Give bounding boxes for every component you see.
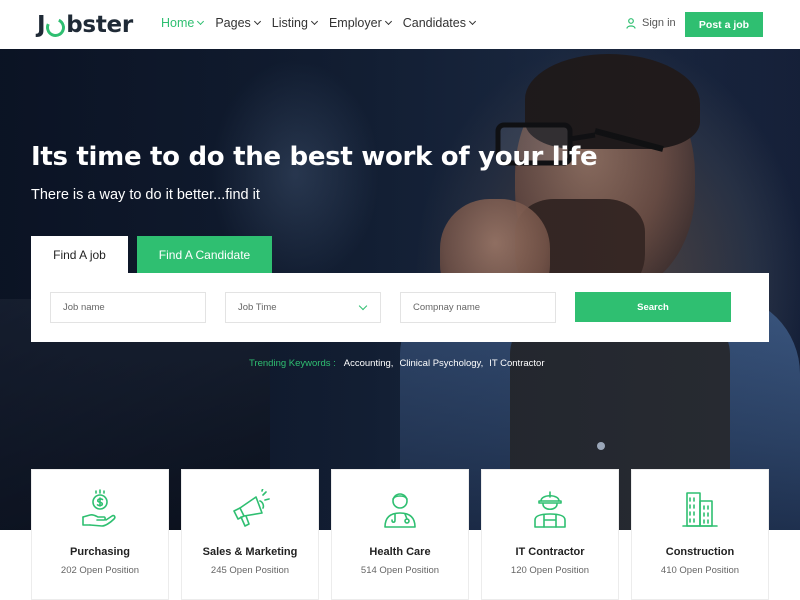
company-name-input[interactable]: Compnay name xyxy=(400,292,556,323)
category-title: Purchasing xyxy=(70,546,130,558)
search-button[interactable]: Search xyxy=(575,292,731,322)
trending-label: Trending Keywords : xyxy=(249,358,336,369)
category-count: 514 Open Position xyxy=(360,565,440,576)
money-hand-icon xyxy=(82,489,116,527)
category-card-construction[interactable]: Construction 410 Open Position xyxy=(631,469,769,600)
job-search-form: Job name Job Time Compnay name Search xyxy=(31,273,769,342)
nav-listing[interactable]: Listing xyxy=(271,16,318,30)
chevron-down-icon xyxy=(253,17,261,26)
hero-title: Its time to do the best work of your lif… xyxy=(31,142,598,172)
chevron-down-icon xyxy=(197,17,205,26)
trending-keywords: Trending Keywords : Accounting, Clinical… xyxy=(249,358,544,369)
hero-subtitle: There is a way to do it better...find it xyxy=(31,187,260,203)
category-title: Sales & Marketing xyxy=(202,546,298,558)
tab-find-candidate[interactable]: Find A Candidate xyxy=(137,236,272,273)
nav-label: Listing xyxy=(271,16,308,30)
worker-helmet-icon xyxy=(534,491,566,528)
category-card-purchasing[interactable]: Purchasing 202 Open Position xyxy=(31,469,169,600)
nav-label: Candidates xyxy=(402,16,466,30)
category-title: IT Contractor xyxy=(515,546,585,558)
chevron-down-icon xyxy=(468,17,477,26)
signin-label: Sign in xyxy=(642,17,676,29)
site-logo[interactable]: Jbster xyxy=(37,12,133,40)
scroll-indicator xyxy=(597,442,605,450)
logo-letter: J xyxy=(37,12,46,38)
category-count: 410 Open Position xyxy=(660,565,740,576)
job-name-input[interactable]: Job name xyxy=(50,292,206,323)
nav-label: Home xyxy=(161,16,195,30)
chevron-down-icon xyxy=(384,17,392,26)
nav-label: Employer xyxy=(328,16,382,30)
category-count: 245 Open Position xyxy=(210,565,290,576)
megaphone-icon xyxy=(233,489,270,527)
hero-banner: Its time to do the best work of your lif… xyxy=(0,49,800,530)
doctor-icon xyxy=(384,493,416,528)
job-time-value: Job Time xyxy=(238,302,277,313)
nav-candidates[interactable]: Candidates xyxy=(402,16,477,30)
category-count: 202 Open Position xyxy=(60,565,140,576)
category-title: Construction xyxy=(665,546,735,558)
user-icon xyxy=(626,17,636,29)
job-time-select[interactable]: Job Time xyxy=(225,292,381,323)
nav-employer[interactable]: Employer xyxy=(328,16,392,30)
category-card-health-care[interactable]: Health Care 514 Open Position xyxy=(331,469,469,600)
chevron-down-icon xyxy=(358,301,368,311)
trending-keyword-it-contractor[interactable]: IT Contractor xyxy=(489,358,544,369)
nav-label: Pages xyxy=(215,16,251,30)
logo-o-mark xyxy=(43,14,68,40)
main-nav: Home Pages Listing Employer Candidates xyxy=(161,16,487,30)
logo-text: bster xyxy=(66,12,133,38)
chevron-down-icon xyxy=(310,17,318,26)
buildings-icon xyxy=(682,492,718,527)
category-count: 120 Open Position xyxy=(510,565,590,576)
nav-home[interactable]: Home xyxy=(161,16,205,30)
trending-keyword-clinical-psychology[interactable]: Clinical Psychology, xyxy=(399,358,483,369)
category-title: Health Care xyxy=(369,546,431,558)
nav-pages[interactable]: Pages xyxy=(215,16,261,30)
category-cards: Purchasing 202 Open Position Sales & Mar… xyxy=(31,469,770,600)
category-card-it-contractor[interactable]: IT Contractor 120 Open Position xyxy=(481,469,619,600)
trending-keyword-accounting[interactable]: Accounting, xyxy=(344,358,394,369)
post-job-button[interactable]: Post a job xyxy=(685,12,763,37)
signin-link[interactable]: Sign in xyxy=(626,17,676,29)
tab-find-job[interactable]: Find A job xyxy=(31,236,128,273)
category-card-sales-marketing[interactable]: Sales & Marketing 245 Open Position xyxy=(181,469,319,600)
site-header: Jbster Home Pages Listing Employer Candi… xyxy=(0,0,800,49)
